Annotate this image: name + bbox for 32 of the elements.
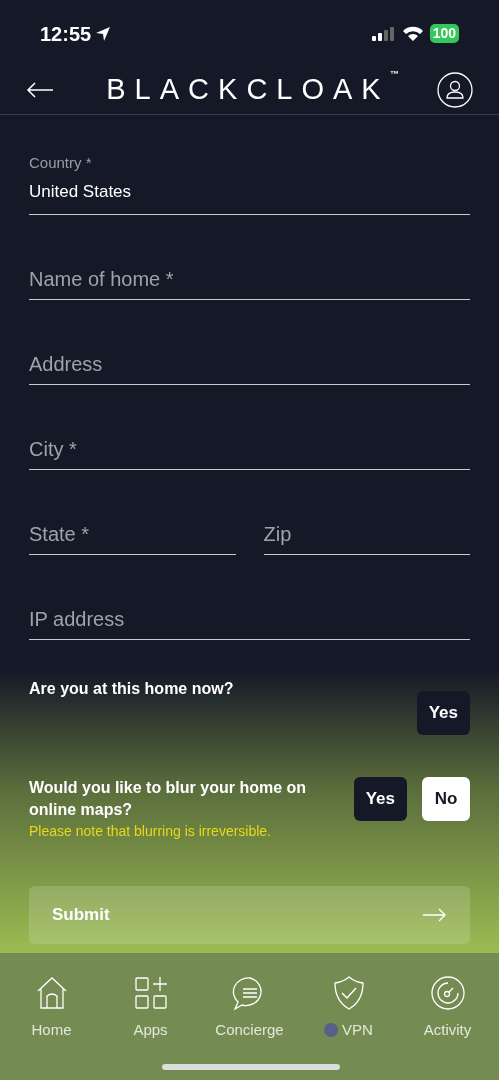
field-label: Country * xyxy=(29,153,93,173)
field-placeholder: Name of home * xyxy=(29,267,175,292)
answer-button[interactable]: No xyxy=(422,777,470,821)
field-placeholder: IP address xyxy=(29,607,126,632)
brand-logo: BLACKCLOAK™ xyxy=(106,67,399,107)
question-text: Are you at this home now? xyxy=(29,679,234,699)
input-field[interactable]: Name of home * xyxy=(29,240,470,300)
field-value: United States xyxy=(29,180,133,203)
warning-note: Please note that blurring is irreversible. xyxy=(29,822,272,841)
location-arrow-icon xyxy=(95,25,112,42)
apps-grid-icon xyxy=(132,975,169,1011)
field-placeholder: Address xyxy=(29,352,104,377)
gauge-icon xyxy=(429,975,466,1011)
input-field[interactable]: Country * United States xyxy=(29,155,470,215)
input-field[interactable]: State * xyxy=(29,495,236,555)
back-arrow-icon[interactable] xyxy=(26,81,54,98)
signal-icon xyxy=(371,26,396,41)
battery-indicator: 100 xyxy=(429,24,459,43)
wifi-icon xyxy=(401,25,424,42)
field-placeholder: State * xyxy=(29,522,91,547)
clock-time: 12:55 xyxy=(40,21,92,47)
arrow-right-icon xyxy=(423,908,447,922)
input-field[interactable]: Address xyxy=(29,325,470,385)
field-placeholder: Zip xyxy=(263,522,293,547)
answer-button[interactable]: Yes xyxy=(353,777,407,821)
input-field[interactable]: City * xyxy=(29,410,470,470)
profile-icon[interactable] xyxy=(437,71,473,108)
field-placeholder: City * xyxy=(29,437,78,462)
input-field[interactable]: Zip xyxy=(263,495,470,555)
answer-button[interactable]: Yes xyxy=(416,691,470,735)
question-text: Would you like to blur your home on online maps? xyxy=(29,778,308,820)
input-field[interactable]: IP address xyxy=(29,580,470,640)
